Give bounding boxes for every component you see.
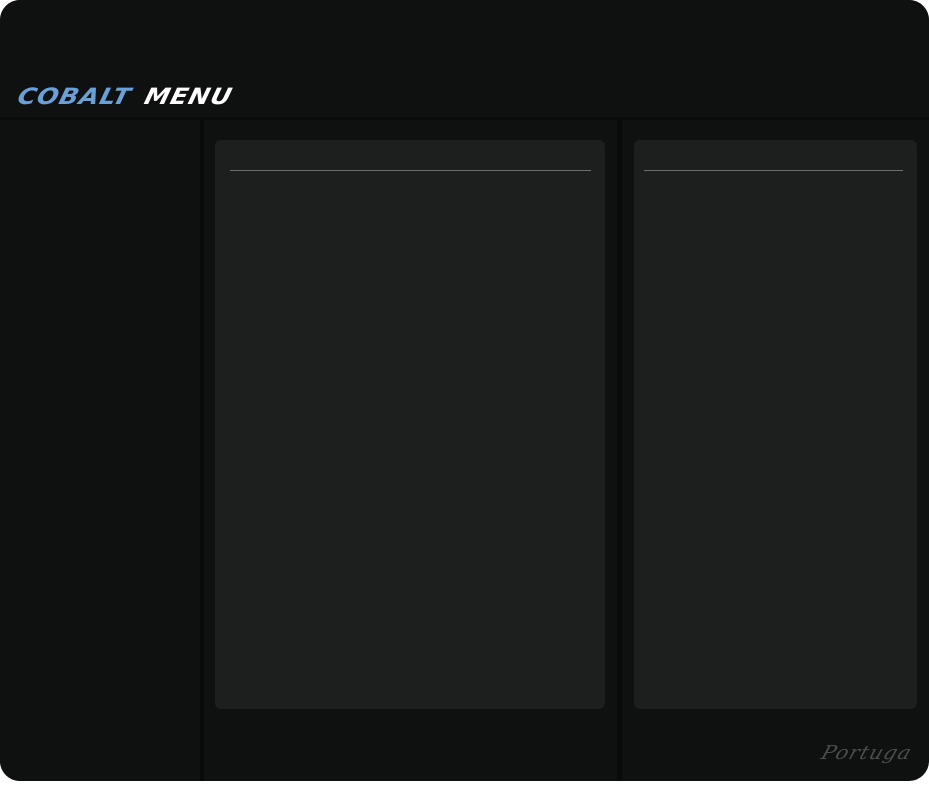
logo-text-menu: MENU — [141, 83, 236, 110]
right-panel — [634, 140, 917, 709]
logo-text-cobalt: COBALT — [14, 83, 135, 110]
signature-watermark: Portuga — [818, 742, 916, 764]
left-panel-separator — [230, 170, 591, 171]
header[interactable]: COBALT MENU — [0, 0, 929, 117]
left-panel — [215, 140, 605, 709]
right-panel-separator — [644, 170, 903, 171]
column-divider — [617, 120, 622, 781]
menu-window: COBALT MENU Portuga — [0, 0, 929, 781]
app-logo: COBALT MENU — [14, 83, 236, 110]
sidebar-divider — [200, 120, 204, 781]
sidebar — [0, 120, 200, 781]
